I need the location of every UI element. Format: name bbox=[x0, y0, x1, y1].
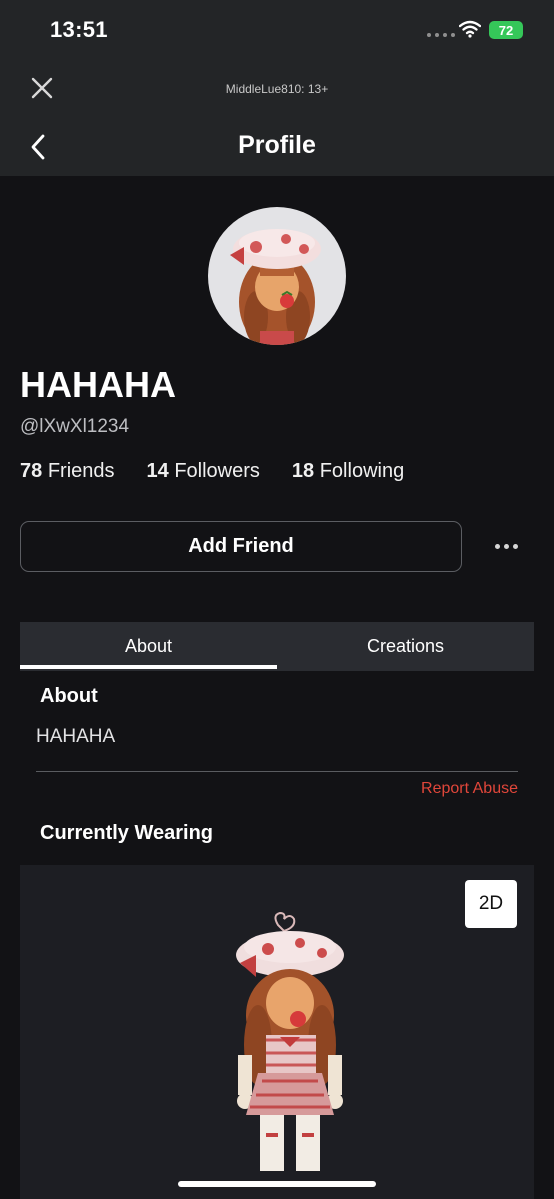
tab-creations[interactable]: Creations bbox=[277, 622, 534, 671]
page-title: Profile bbox=[238, 131, 316, 159]
add-friend-button[interactable]: Add Friend bbox=[20, 521, 462, 572]
followers-label: Followers bbox=[174, 460, 260, 482]
divider bbox=[36, 771, 518, 772]
active-tab-indicator bbox=[20, 665, 277, 669]
following-stat[interactable]: 18 Following bbox=[292, 460, 404, 483]
battery-level: 72 bbox=[498, 22, 514, 38]
followers-count: 14 bbox=[146, 460, 169, 482]
about-text: HAHAHA bbox=[36, 726, 116, 747]
avatar[interactable] bbox=[208, 207, 346, 345]
following-label: Following bbox=[319, 460, 405, 482]
session-user-label: MiddleLue810: 13+ bbox=[225, 82, 329, 96]
username: @lXwXl1234 bbox=[20, 416, 130, 437]
friends-label: Friends bbox=[47, 460, 115, 482]
friends-stat[interactable]: 78 Friends bbox=[20, 460, 115, 483]
avatar-3d-model bbox=[236, 911, 344, 1171]
signal-icon bbox=[427, 33, 455, 37]
battery-icon: 72 bbox=[489, 21, 523, 39]
about-heading: About bbox=[40, 685, 98, 707]
more-options-icon[interactable] bbox=[495, 544, 518, 549]
home-indicator[interactable] bbox=[178, 1181, 376, 1187]
wifi-icon bbox=[459, 20, 481, 38]
avatar-image bbox=[230, 229, 321, 345]
display-name: HAHAHA bbox=[20, 364, 176, 405]
profile-stats: 78 Friends 14 Followers 18 Following bbox=[20, 460, 404, 483]
report-abuse-link[interactable]: Report Abuse bbox=[0, 780, 518, 798]
currently-wearing-heading: Currently Wearing bbox=[40, 822, 213, 844]
followers-stat[interactable]: 14 Followers bbox=[147, 460, 260, 483]
view-2d-toggle-button[interactable]: 2D bbox=[465, 880, 517, 928]
friends-count: 78 bbox=[20, 460, 43, 482]
following-count: 18 bbox=[291, 460, 315, 482]
tab-about[interactable]: About bbox=[20, 622, 277, 671]
status-time: 13:51 bbox=[50, 17, 108, 42]
